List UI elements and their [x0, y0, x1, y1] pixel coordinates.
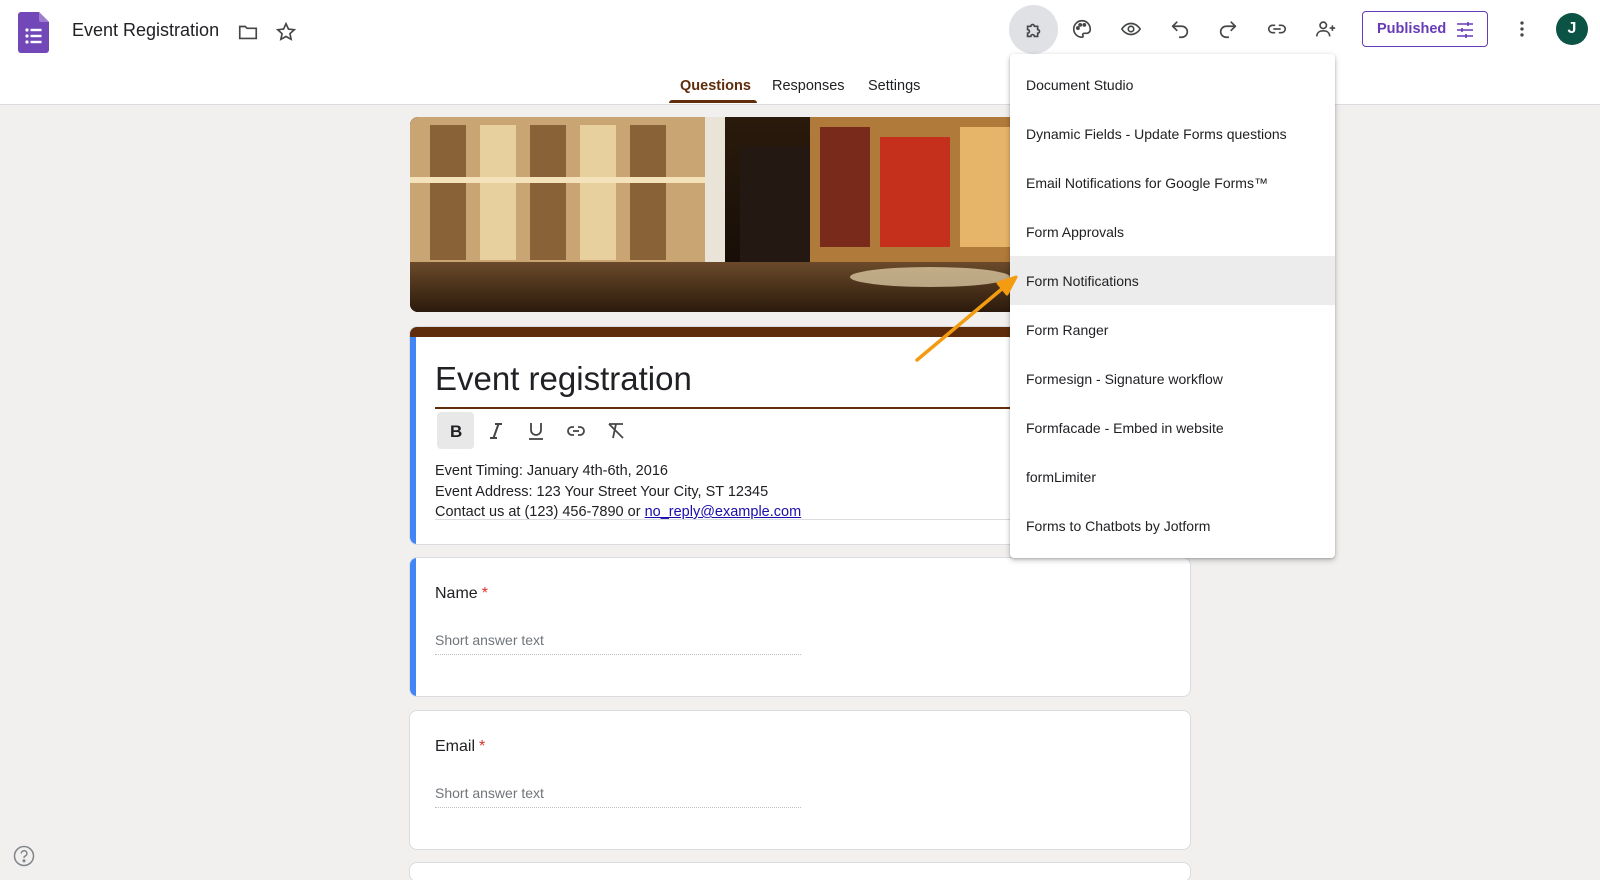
required-asterisk: * [481, 585, 488, 602]
published-label: Published [1377, 21, 1447, 37]
folder-icon[interactable] [228, 12, 268, 52]
published-button[interactable]: Published [1362, 11, 1488, 47]
menu-item-dynamic-fields[interactable]: Dynamic Fields - Update Forms questions [1010, 109, 1335, 158]
link-icon[interactable] [1257, 9, 1297, 49]
form-description[interactable]: Event Timing: January 4th-6th, 2016 Even… [435, 461, 801, 523]
question-label: Name [435, 585, 478, 602]
question-card-email[interactable]: Email * Short answer text [409, 710, 1191, 850]
answer-underline [435, 807, 801, 808]
menu-item-form-approvals[interactable]: Form Approvals [1010, 207, 1335, 256]
question-card-next[interactable] [409, 862, 1191, 880]
menu-item-formfacade[interactable]: Formfacade - Embed in website [1010, 403, 1335, 452]
palette-icon[interactable] [1062, 9, 1102, 49]
app-header: Event Registration Published J Questions… [0, 0, 1600, 105]
bold-icon[interactable]: B [437, 412, 474, 449]
short-answer-placeholder: Short answer text [435, 785, 544, 801]
menu-item-document-studio[interactable]: Document Studio [1010, 60, 1335, 109]
contact-text: Contact us at (123) 456-7890 or [435, 504, 645, 520]
description-line: Event Address: 123 Your Street Your City… [435, 483, 769, 500]
menu-item-email-notifications[interactable]: Email Notifications for Google Forms™ [1010, 158, 1335, 207]
form-title[interactable]: Event registration [435, 360, 692, 398]
short-answer-placeholder: Short answer text [435, 632, 544, 648]
forms-logo-icon[interactable] [18, 12, 49, 53]
tab-responses[interactable]: Responses [772, 78, 845, 94]
answer-underline [435, 654, 801, 655]
question-label: Email [435, 738, 476, 755]
addons-puzzle-icon[interactable] [1009, 5, 1058, 54]
menu-item-formesign[interactable]: Formesign - Signature workflow [1010, 354, 1335, 403]
italic-icon[interactable] [477, 412, 514, 449]
redo-icon[interactable] [1208, 9, 1248, 49]
add-person-icon[interactable] [1306, 9, 1346, 49]
addons-menu: Document Studio Dynamic Fields - Update … [1010, 54, 1335, 558]
required-asterisk: * [479, 738, 486, 755]
more-vert-icon[interactable] [1502, 9, 1542, 49]
undo-icon[interactable] [1160, 9, 1200, 49]
sliders-icon [1457, 22, 1473, 38]
account-avatar[interactable]: J [1556, 13, 1588, 45]
question-title: Email * [435, 738, 485, 756]
menu-item-formlimiter[interactable]: formLimiter [1010, 452, 1335, 501]
document-title[interactable]: Event Registration [72, 20, 219, 41]
contact-email-link[interactable]: no_reply@example.com [645, 504, 802, 520]
question-title: Name * [435, 585, 488, 603]
focus-indicator [410, 558, 416, 696]
help-icon[interactable] [13, 845, 35, 867]
tab-questions[interactable]: Questions [680, 78, 751, 94]
tab-settings[interactable]: Settings [868, 78, 920, 94]
menu-item-form-notifications[interactable]: Form Notifications [1010, 256, 1335, 305]
star-icon[interactable] [266, 12, 306, 52]
eye-icon[interactable] [1111, 9, 1151, 49]
clear-format-icon[interactable] [597, 412, 634, 449]
description-line: Event Timing: January 4th-6th, 2016 [435, 463, 668, 479]
underline-icon[interactable] [517, 412, 554, 449]
menu-item-form-ranger[interactable]: Form Ranger [1010, 305, 1335, 354]
question-card-name[interactable]: Name * Short answer text [409, 557, 1191, 697]
svg-text:B: B [450, 422, 462, 441]
insert-link-icon[interactable] [557, 412, 594, 449]
focus-indicator [410, 337, 416, 544]
active-tab-indicator [669, 100, 757, 103]
menu-item-forms-to-chatbots[interactable]: Forms to Chatbots by Jotform [1010, 501, 1335, 550]
